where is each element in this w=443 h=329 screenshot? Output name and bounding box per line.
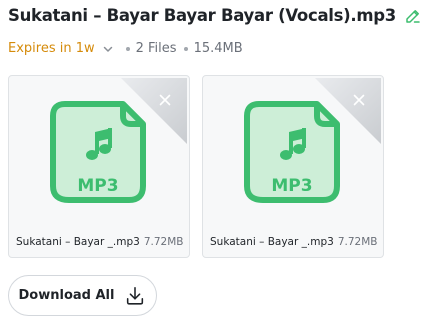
file-type-badge: MP3: [271, 176, 312, 196]
file-card[interactable]: MP3 Sukatani – Bayar _.mp3 7.72MB: [202, 75, 384, 258]
transfer-title: Sukatani – Bayar Bayar Bayar (Vocals).mp…: [8, 6, 396, 25]
file-count: 2 Files: [135, 41, 177, 56]
file-info: Sukatani – Bayar _.mp3 7.72MB: [210, 236, 377, 248]
download-all-label: Download All: [18, 288, 115, 303]
close-icon[interactable]: [353, 94, 365, 106]
download-icon: [127, 286, 144, 305]
chevron-down-icon: [103, 46, 112, 52]
file-info: Sukatani – Bayar _.mp3 7.72MB: [16, 236, 183, 248]
total-size: 15.4MB: [193, 41, 243, 56]
file-type-badge: MP3: [77, 176, 118, 196]
expires-label: Expires in 1w: [8, 41, 95, 56]
expires-dropdown[interactable]: Expires in 1w: [8, 41, 114, 56]
file-name: Sukatani – Bayar _.mp3: [16, 236, 140, 248]
transfer-meta: Expires in 1w 2 Files 15.4MB: [8, 41, 243, 56]
file-size: 7.72MB: [143, 236, 184, 248]
file-name: Sukatani – Bayar _.mp3: [210, 236, 334, 248]
header: Sukatani – Bayar Bayar Bayar (Vocals).mp…: [8, 6, 422, 25]
pencil-icon[interactable]: [404, 7, 422, 25]
download-all-button[interactable]: Download All: [8, 275, 157, 316]
file-size: 7.72MB: [337, 236, 378, 248]
separator-dot: [125, 46, 130, 51]
close-icon[interactable]: [159, 94, 171, 106]
file-card[interactable]: MP3 Sukatani – Bayar _.mp3 7.72MB: [8, 75, 190, 258]
separator-dot: [183, 46, 188, 51]
